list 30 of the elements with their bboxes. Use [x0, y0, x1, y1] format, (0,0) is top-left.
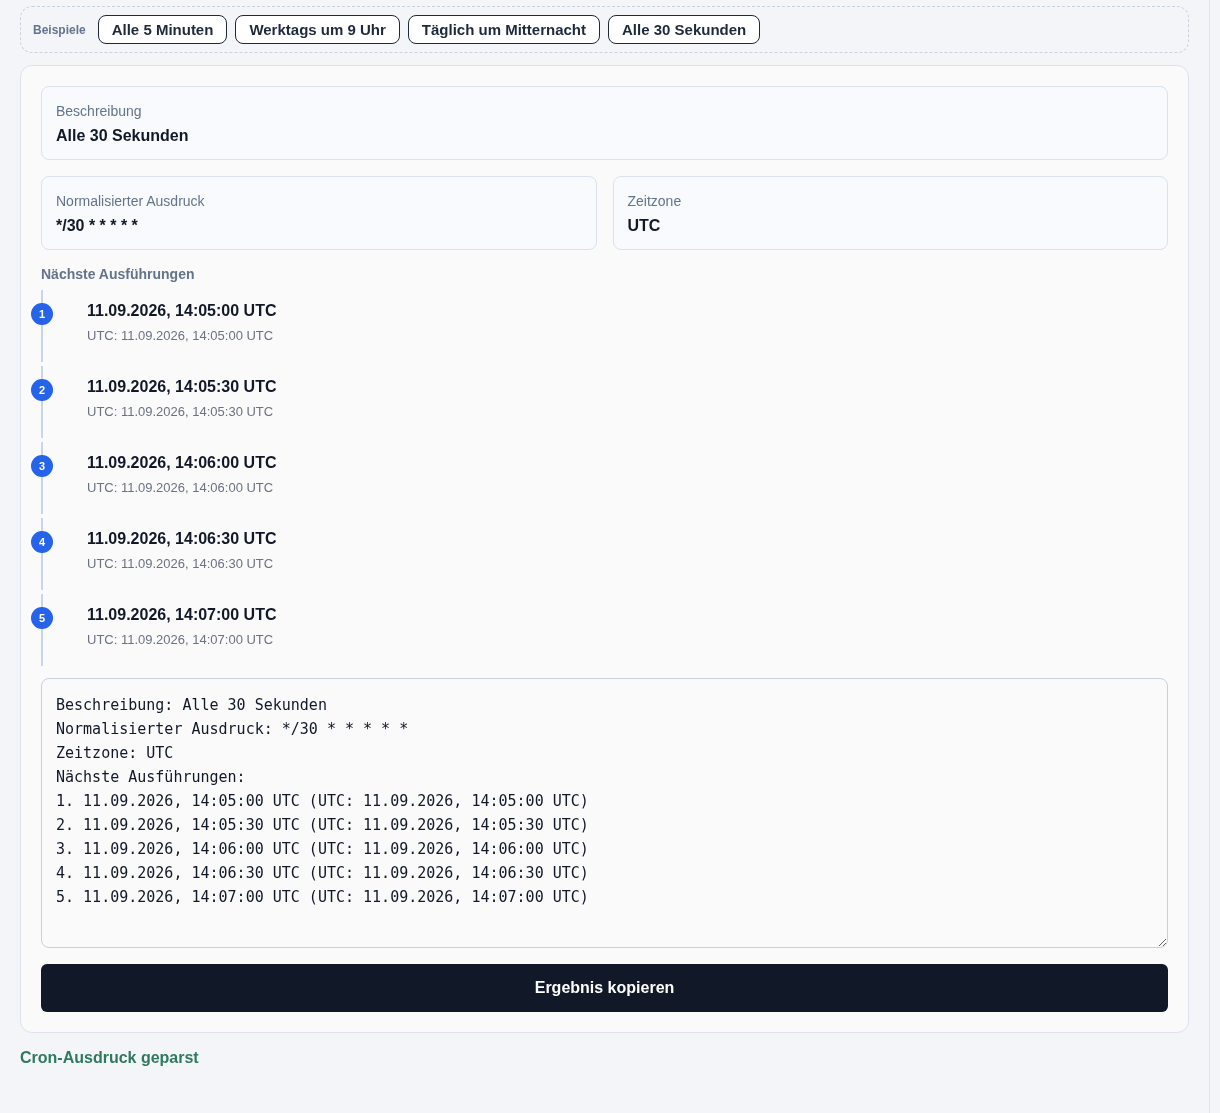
run-utc-time: UTC: 11.09.2026, 14:07:00 UTC — [87, 632, 275, 647]
run-utc-time: UTC: 11.09.2026, 14:06:00 UTC — [87, 480, 275, 495]
run-time: 11.09.2026, 14:06:00 UTC — [87, 454, 277, 472]
run-time: 11.09.2026, 14:05:00 UTC — [87, 302, 277, 320]
step-number: 4 — [31, 531, 53, 553]
run-utc-time: UTC: 11.09.2026, 14:06:30 UTC — [87, 556, 275, 571]
examples-label: Beispiele — [33, 22, 86, 37]
output-text-area[interactable]: Beschreibung: Alle 30 Sekunden Normalisierter Ausdruck: */30 * * * * * Zeitzone: UTC Nächste Ausführungen: 1. 11.09.2026, 14:05:00 UTC (UTC: 11.09.2026, 14:05:00 UTC) 2. 11.09.2026, 14:05:30 UTC (UTC: 11.09.2026, 14:05:30 UTC) 3. 11.09.2026, 14:06:00 UTC (UTC: 11.09.2026, 14:06:00 UTC) 4. 11.09.2026, 14:06:30 UTC (UTC: 11.09.2026, 14:06:30 UTC) 5. 11.09.2026, 14:07:00 UTC (UTC: 11.09.2026, 14:07:00 UTC) — [41, 678, 1168, 948]
example-button[interactable]: Alle 30 Sekunden — [608, 15, 761, 44]
timezone-value: UTC — [627, 217, 662, 235]
timezone-label: Zeitzone — [627, 193, 683, 209]
status-message: Cron-Ausdruck geparst — [20, 1049, 200, 1067]
runs-heading: Nächste Ausführungen — [41, 266, 196, 282]
example-button[interactable]: Täglich um Mitternacht — [407, 15, 600, 44]
step-number: 5 — [31, 607, 53, 629]
copy-result-button[interactable]: Ergebnis kopieren — [41, 964, 1168, 1012]
run-time: 11.09.2026, 14:07:00 UTC — [87, 606, 277, 624]
description-value: Alle 30 Sekunden — [56, 127, 190, 145]
run-utc-time: UTC: 11.09.2026, 14:05:00 UTC — [87, 328, 275, 343]
step-number: 3 — [31, 455, 53, 477]
expression-label: Normalisierter Ausdruck — [56, 193, 206, 209]
run-utc-time: UTC: 11.09.2026, 14:05:30 UTC — [87, 404, 275, 419]
example-button[interactable]: Alle 5 Minuten — [97, 15, 228, 44]
step-number: 1 — [31, 303, 53, 325]
example-button[interactable]: Werktags um 9 Uhr — [235, 15, 400, 44]
expression-value: */30 * * * * * — [56, 217, 139, 235]
description-label: Beschreibung — [56, 103, 143, 119]
run-time: 11.09.2026, 14:06:30 UTC — [87, 530, 277, 548]
step-number: 2 — [31, 379, 53, 401]
run-time: 11.09.2026, 14:05:30 UTC — [87, 378, 277, 396]
